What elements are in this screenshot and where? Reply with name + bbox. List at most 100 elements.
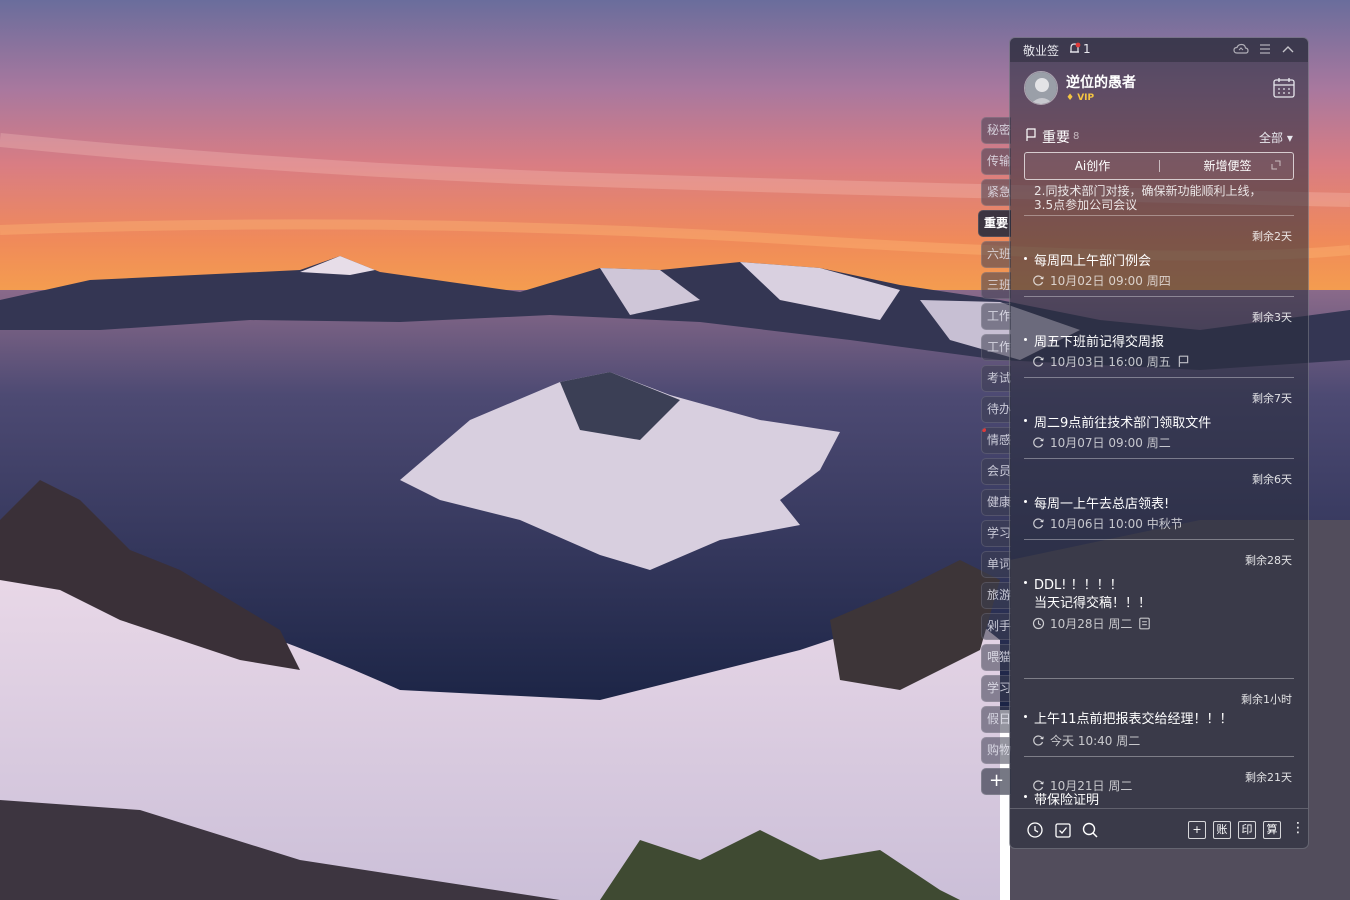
flag-icon: [1178, 355, 1188, 367]
note-text: DDL! ！！！！: [1034, 578, 1123, 593]
side-tab-label: 情感: [987, 433, 1011, 447]
note-text: 周五下班前记得交周报: [1034, 335, 1165, 350]
side-tab-emotion[interactable]: 情感: [981, 427, 1011, 454]
reminder-time: 10月21日 周二: [1050, 778, 1133, 793]
divider: [1024, 756, 1294, 757]
reminder-time: 10月02日 09:00 周四: [1050, 273, 1171, 288]
bullet: [1024, 500, 1027, 503]
side-tab-travel[interactable]: 旅游: [981, 582, 1011, 609]
side-tab-work-2[interactable]: 工作: [981, 334, 1011, 361]
title-bar: 敬业签 1: [1010, 38, 1308, 62]
cloud-sync-icon[interactable]: [1233, 42, 1249, 56]
checklist-icon[interactable]: [1054, 821, 1072, 839]
remaining-time: 剩余21天: [1245, 771, 1292, 784]
divider: [1024, 377, 1294, 378]
note-meta: 今天 10:40 周二: [1032, 733, 1141, 748]
bullet: [1024, 338, 1027, 341]
avatar[interactable]: [1024, 71, 1058, 105]
reminder-time: 10月07日 09:00 周二: [1050, 435, 1171, 450]
side-tab-shopping-spree[interactable]: 剁手: [981, 613, 1011, 640]
side-tab-health[interactable]: 健康: [981, 489, 1011, 516]
section-title: 重要: [1042, 130, 1070, 146]
list-item[interactable]: 2.同技术部门对接，确保新功能顺利上线， 3.5点参加公司会议: [1034, 184, 1289, 212]
bookmark-flag-icon: [1026, 128, 1036, 141]
side-tab-member[interactable]: 会员: [981, 458, 1011, 485]
list-item[interactable]: 剩余6天 每周一上午去总店领表! 10月06日 10:00 中秋节: [1010, 458, 1308, 539]
note-icon: [1139, 617, 1151, 629]
unread-dot: [982, 428, 986, 432]
menu-icon[interactable]: [1257, 42, 1273, 56]
bullet: [1024, 715, 1027, 718]
side-tab-class-six[interactable]: 六班: [981, 241, 1011, 268]
list-item[interactable]: 剩余28天 DDL! ！！！！ 当天记得交稿！！！ 10月28日 周二: [1010, 539, 1308, 637]
diamond-icon: ♦: [1066, 93, 1075, 103]
bullet: [1024, 795, 1027, 798]
side-tab-study[interactable]: 学习: [981, 520, 1011, 547]
collapse-up-icon[interactable]: [1280, 42, 1296, 56]
ledger-button[interactable]: 账: [1213, 821, 1231, 839]
calculator-button[interactable]: 算: [1263, 821, 1281, 839]
vip-label: VIP: [1077, 93, 1095, 103]
remaining-time: 剩余28天: [1245, 554, 1292, 567]
app-title: 敬业签: [1023, 44, 1060, 58]
bullet: [1024, 257, 1027, 260]
reminder-time: 10月28日 周二: [1050, 616, 1133, 631]
clock-icon: [1032, 617, 1045, 629]
side-tab-transfer[interactable]: 传输: [981, 148, 1011, 175]
note-text: 2.同技术部门对接，确保新功能顺利上线，: [1034, 184, 1262, 198]
bottom-toolbar: + 账 印 算 ⋮: [1010, 808, 1308, 848]
reminder-time: 10月06日 10:00 中秋节: [1050, 516, 1183, 531]
side-tab-holiday[interactable]: 假日: [981, 706, 1011, 733]
note-text: 上午11点前把报表交给经理！！！: [1034, 712, 1233, 727]
bell-icon[interactable]: [1068, 42, 1081, 55]
side-tab-words[interactable]: 单词: [981, 551, 1011, 578]
reminder-time: 今天 10:40 周二: [1050, 733, 1141, 748]
side-tab-todo[interactable]: 待办: [981, 396, 1011, 423]
side-tab-urgent[interactable]: 紧急: [981, 179, 1011, 206]
divider: [1024, 458, 1294, 459]
note-meta: 10月06日 10:00 中秋节: [1032, 516, 1183, 531]
remaining-time: 剩余2天: [1252, 230, 1292, 243]
note-text: 当天记得交稿！！！: [1034, 596, 1152, 611]
repeat-icon: [1033, 355, 1044, 367]
bullet: [1024, 581, 1027, 584]
reminder-time: 10月03日 16:00 周五: [1050, 354, 1171, 369]
list-item[interactable]: 剩余7天 周二9点前往技术部门领取文件 10月07日 09:00 周二: [1010, 377, 1308, 458]
side-tab-important[interactable]: 重要: [978, 210, 1011, 237]
remaining-time: 剩余7天: [1252, 392, 1292, 405]
remaining-time: 剩余6天: [1252, 473, 1292, 486]
remaining-time: 剩余1小时: [1241, 693, 1292, 706]
note-meta: 10月03日 16:00 周五: [1032, 354, 1195, 369]
print-button[interactable]: 印: [1238, 821, 1256, 839]
side-tab-class-three[interactable]: 三班: [981, 272, 1011, 299]
side-tab-feed-cat[interactable]: 喂猫: [981, 644, 1011, 671]
side-tab-secret[interactable]: 秘密: [981, 117, 1011, 144]
repeat-icon: [1033, 436, 1044, 448]
side-tab-work[interactable]: 工作: [981, 303, 1011, 330]
list-item[interactable]: 剩余2天 每周四上午部门例会 10月02日 09:00 周四: [1010, 215, 1308, 296]
divider: [1024, 678, 1294, 679]
history-icon[interactable]: [1026, 821, 1044, 839]
note-text: 每周一上午去总店领表!: [1034, 497, 1170, 512]
filter-dropdown[interactable]: 全部 ▾: [1259, 129, 1293, 146]
remaining-time: 剩余3天: [1252, 311, 1292, 324]
note-meta: 10月07日 09:00 周二: [1032, 435, 1171, 450]
note-meta: 10月21日 周二: [1032, 778, 1133, 793]
more-options-icon[interactable]: ⋮: [1291, 820, 1305, 836]
expand-icon[interactable]: [1271, 160, 1281, 170]
side-tab-exam[interactable]: 考试: [981, 365, 1011, 392]
vip-badge[interactable]: ♦ VIP: [1066, 93, 1094, 103]
section-header: 重要 8 全部 ▾: [1010, 126, 1308, 146]
add-note-button[interactable]: +: [1188, 821, 1206, 839]
add-category-button[interactable]: +: [981, 768, 1011, 795]
search-icon[interactable]: [1081, 821, 1099, 839]
side-tab-study-2[interactable]: 学习: [981, 675, 1011, 702]
note-text: 每周四上午部门例会: [1034, 254, 1152, 269]
list-item[interactable]: 剩余3天 周五下班前记得交周报 10月03日 16:00 周五: [1010, 296, 1308, 377]
note-list: 2.同技术部门对接，确保新功能顺利上线， 3.5点参加公司会议 剩余2天 每周四…: [1010, 180, 1308, 806]
username[interactable]: 逆位的愚者: [1066, 72, 1136, 92]
list-item[interactable]: 剩余1小时 上午11点前把报表交给经理！！！ 今天 10:40 周二: [1010, 678, 1308, 759]
calendar-icon[interactable]: [1272, 76, 1296, 100]
ai-create-button[interactable]: Ai创作: [1025, 153, 1160, 179]
side-tab-shopping[interactable]: 购物: [981, 737, 1011, 764]
